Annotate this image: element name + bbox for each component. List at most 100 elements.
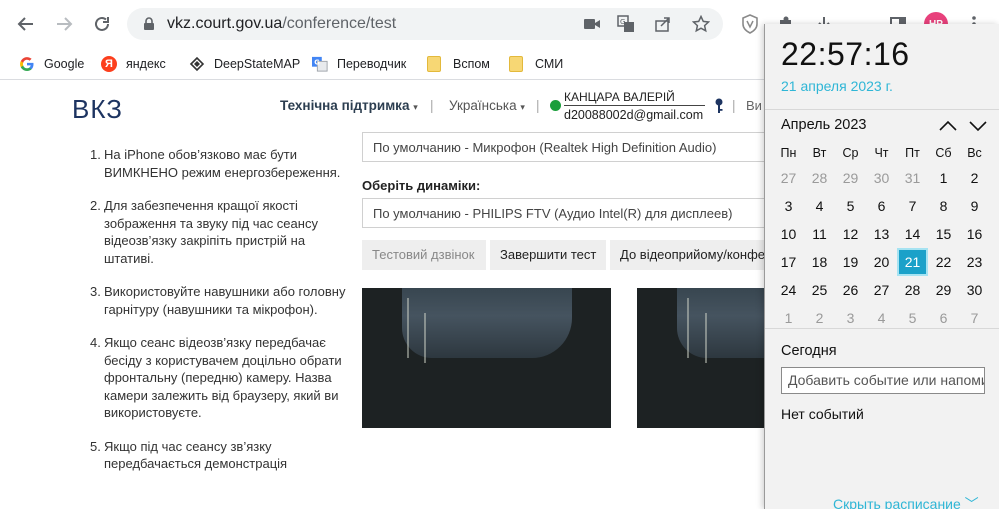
- address-bar[interactable]: vkz.court.gov.ua/conference/test G: [127, 8, 723, 40]
- calendar-day-selected[interactable]: 21: [897, 248, 928, 276]
- camera-icon[interactable]: [582, 14, 602, 34]
- today-label: Сегодня: [781, 343, 837, 359]
- calendar-day[interactable]: 30: [866, 164, 897, 192]
- test-call-button[interactable]: Тестовий дзвінок: [362, 240, 486, 270]
- video-frame-content: [402, 288, 572, 358]
- calendar-day[interactable]: 26: [835, 276, 866, 304]
- calendar-day[interactable]: 29: [835, 164, 866, 192]
- calendar-day[interactable]: 11: [804, 220, 835, 248]
- hide-schedule-link[interactable]: Скрыть расписание ﹀: [833, 494, 979, 509]
- lock-icon[interactable]: [139, 14, 159, 34]
- calendar-day[interactable]: 8: [928, 192, 959, 220]
- support-menu-label: Технічна підтримка: [280, 98, 410, 113]
- forward-button[interactable]: [50, 10, 78, 38]
- calendar-day[interactable]: 2: [959, 164, 990, 192]
- end-test-button[interactable]: Завершити тест: [490, 240, 606, 270]
- calendar-day[interactable]: 15: [928, 220, 959, 248]
- month-title[interactable]: Апрель 2023: [781, 117, 866, 133]
- instruction-text: Якщо під час сеансу зв’язку передбачаєть…: [104, 438, 288, 472]
- share-icon[interactable]: [653, 14, 673, 34]
- translate-page-icon[interactable]: G: [616, 14, 636, 34]
- bookmark-folder-smi[interactable]: СМИ: [509, 53, 563, 75]
- calendar-day[interactable]: 20: [866, 248, 897, 276]
- calendar-day[interactable]: 29: [928, 276, 959, 304]
- reload-button[interactable]: [88, 10, 116, 38]
- language-menu[interactable]: Українська ▾: [449, 98, 525, 113]
- calendar-day[interactable]: 18: [804, 248, 835, 276]
- calendar-day[interactable]: 12: [835, 220, 866, 248]
- svg-text:G: G: [620, 18, 625, 26]
- video-frame-content: [424, 313, 426, 363]
- site-logo[interactable]: ВКЗ: [72, 94, 123, 125]
- calendar-day[interactable]: 3: [773, 192, 804, 220]
- flyout-divider: [765, 109, 999, 110]
- reload-icon: [95, 16, 109, 31]
- bookmark-deepstatemap[interactable]: DeepStateMAP: [189, 53, 300, 75]
- flyout-divider: [765, 328, 999, 329]
- bookmark-translator[interactable]: G Переводчик: [312, 53, 406, 75]
- add-event-input[interactable]: Добавить событие или напоминание: [781, 367, 985, 394]
- calendar-day[interactable]: 31: [897, 164, 928, 192]
- bookmark-label: Переводчик: [337, 57, 407, 71]
- speakers-select[interactable]: По умолчанию - PHILIPS FTV (Аудио Intel(…: [362, 198, 772, 228]
- previous-month-button[interactable]: [938, 118, 958, 134]
- calendar-day[interactable]: 28: [804, 164, 835, 192]
- shield-extension-icon[interactable]: [738, 12, 762, 36]
- svg-text:G: G: [314, 58, 319, 66]
- support-menu[interactable]: Технічна підтримка ▾: [280, 98, 418, 113]
- calendar-day[interactable]: 24: [773, 276, 804, 304]
- weekday-header: Ср: [842, 146, 859, 160]
- bookmark-label: Вспом: [453, 57, 490, 71]
- calendar-day[interactable]: 28: [897, 276, 928, 304]
- key-icon[interactable]: [714, 98, 724, 114]
- calendar-day[interactable]: 9: [959, 192, 990, 220]
- weekday-header: Пт: [905, 146, 920, 160]
- to-reception-button[interactable]: До відеоприйому/конференції: [610, 240, 772, 270]
- weekday-header: Пн: [780, 146, 797, 160]
- calendar-day[interactable]: 6: [866, 192, 897, 220]
- bookmark-label: яндекс: [126, 57, 166, 71]
- instruction-item: 5. Якщо під час сеансу зв’язку передбача…: [90, 438, 352, 473]
- bookmark-google[interactable]: Google: [19, 53, 84, 75]
- translate-icon: G: [312, 56, 328, 72]
- calendar-day[interactable]: 27: [866, 276, 897, 304]
- url-text[interactable]: vkz.court.gov.ua/conference/test: [167, 15, 396, 33]
- calendar-day[interactable]: 14: [897, 220, 928, 248]
- more-menu[interactable]: Ви: [746, 98, 762, 113]
- star-icon[interactable]: [691, 14, 711, 34]
- calendar-day[interactable]: 30: [959, 276, 990, 304]
- calendar-day[interactable]: 16: [959, 220, 990, 248]
- instructions-list: 1. На iPhone обов’язково має бути ВИМКНЕ…: [90, 146, 352, 489]
- online-status-indicator: [550, 100, 561, 111]
- calendar-day[interactable]: 22: [928, 248, 959, 276]
- calendar-day[interactable]: 13: [866, 220, 897, 248]
- calendar-day[interactable]: 25: [804, 276, 835, 304]
- user-name[interactable]: КАНЦАРА ВАЛЕРІЙ: [564, 90, 705, 106]
- back-button[interactable]: [12, 10, 40, 38]
- calendar-day[interactable]: 4: [804, 192, 835, 220]
- calendar-day[interactable]: 27: [773, 164, 804, 192]
- next-month-button[interactable]: [968, 118, 988, 134]
- instruction-text: Для забезпечення кращої якості зображенн…: [104, 198, 318, 266]
- calendar-day[interactable]: 5: [835, 192, 866, 220]
- weekday-header: Чт: [874, 146, 889, 160]
- microphone-select[interactable]: По умолчанию - Микрофон (Realtek High De…: [362, 132, 772, 162]
- caret-down-icon: ▾: [413, 102, 418, 112]
- bookmark-folder-vspom[interactable]: Вспом: [427, 53, 490, 75]
- hide-schedule-label: Скрыть расписание: [833, 496, 961, 509]
- instruction-text: Використовуйте навушники або головну гар…: [104, 284, 346, 317]
- calendar-day[interactable]: 19: [835, 248, 866, 276]
- calendar-day[interactable]: 1: [928, 164, 959, 192]
- calendar-day[interactable]: 7: [897, 192, 928, 220]
- calendar-day[interactable]: 23: [959, 248, 990, 276]
- instruction-text: Якщо сеанс відеозв’язку передбачає бесід…: [104, 335, 342, 420]
- clock-date[interactable]: 21 апреля 2023 г.: [781, 78, 893, 94]
- bookmark-yandex[interactable]: Я яндекс: [101, 53, 166, 75]
- folder-icon: [427, 56, 441, 72]
- language-menu-label: Українська: [449, 98, 517, 113]
- calendar-day[interactable]: 17: [773, 248, 804, 276]
- weekday-header: Сб: [935, 146, 952, 160]
- arrow-right-icon: [57, 17, 73, 31]
- calendar-day[interactable]: 10: [773, 220, 804, 248]
- bookmark-label: DeepStateMAP: [214, 57, 301, 71]
